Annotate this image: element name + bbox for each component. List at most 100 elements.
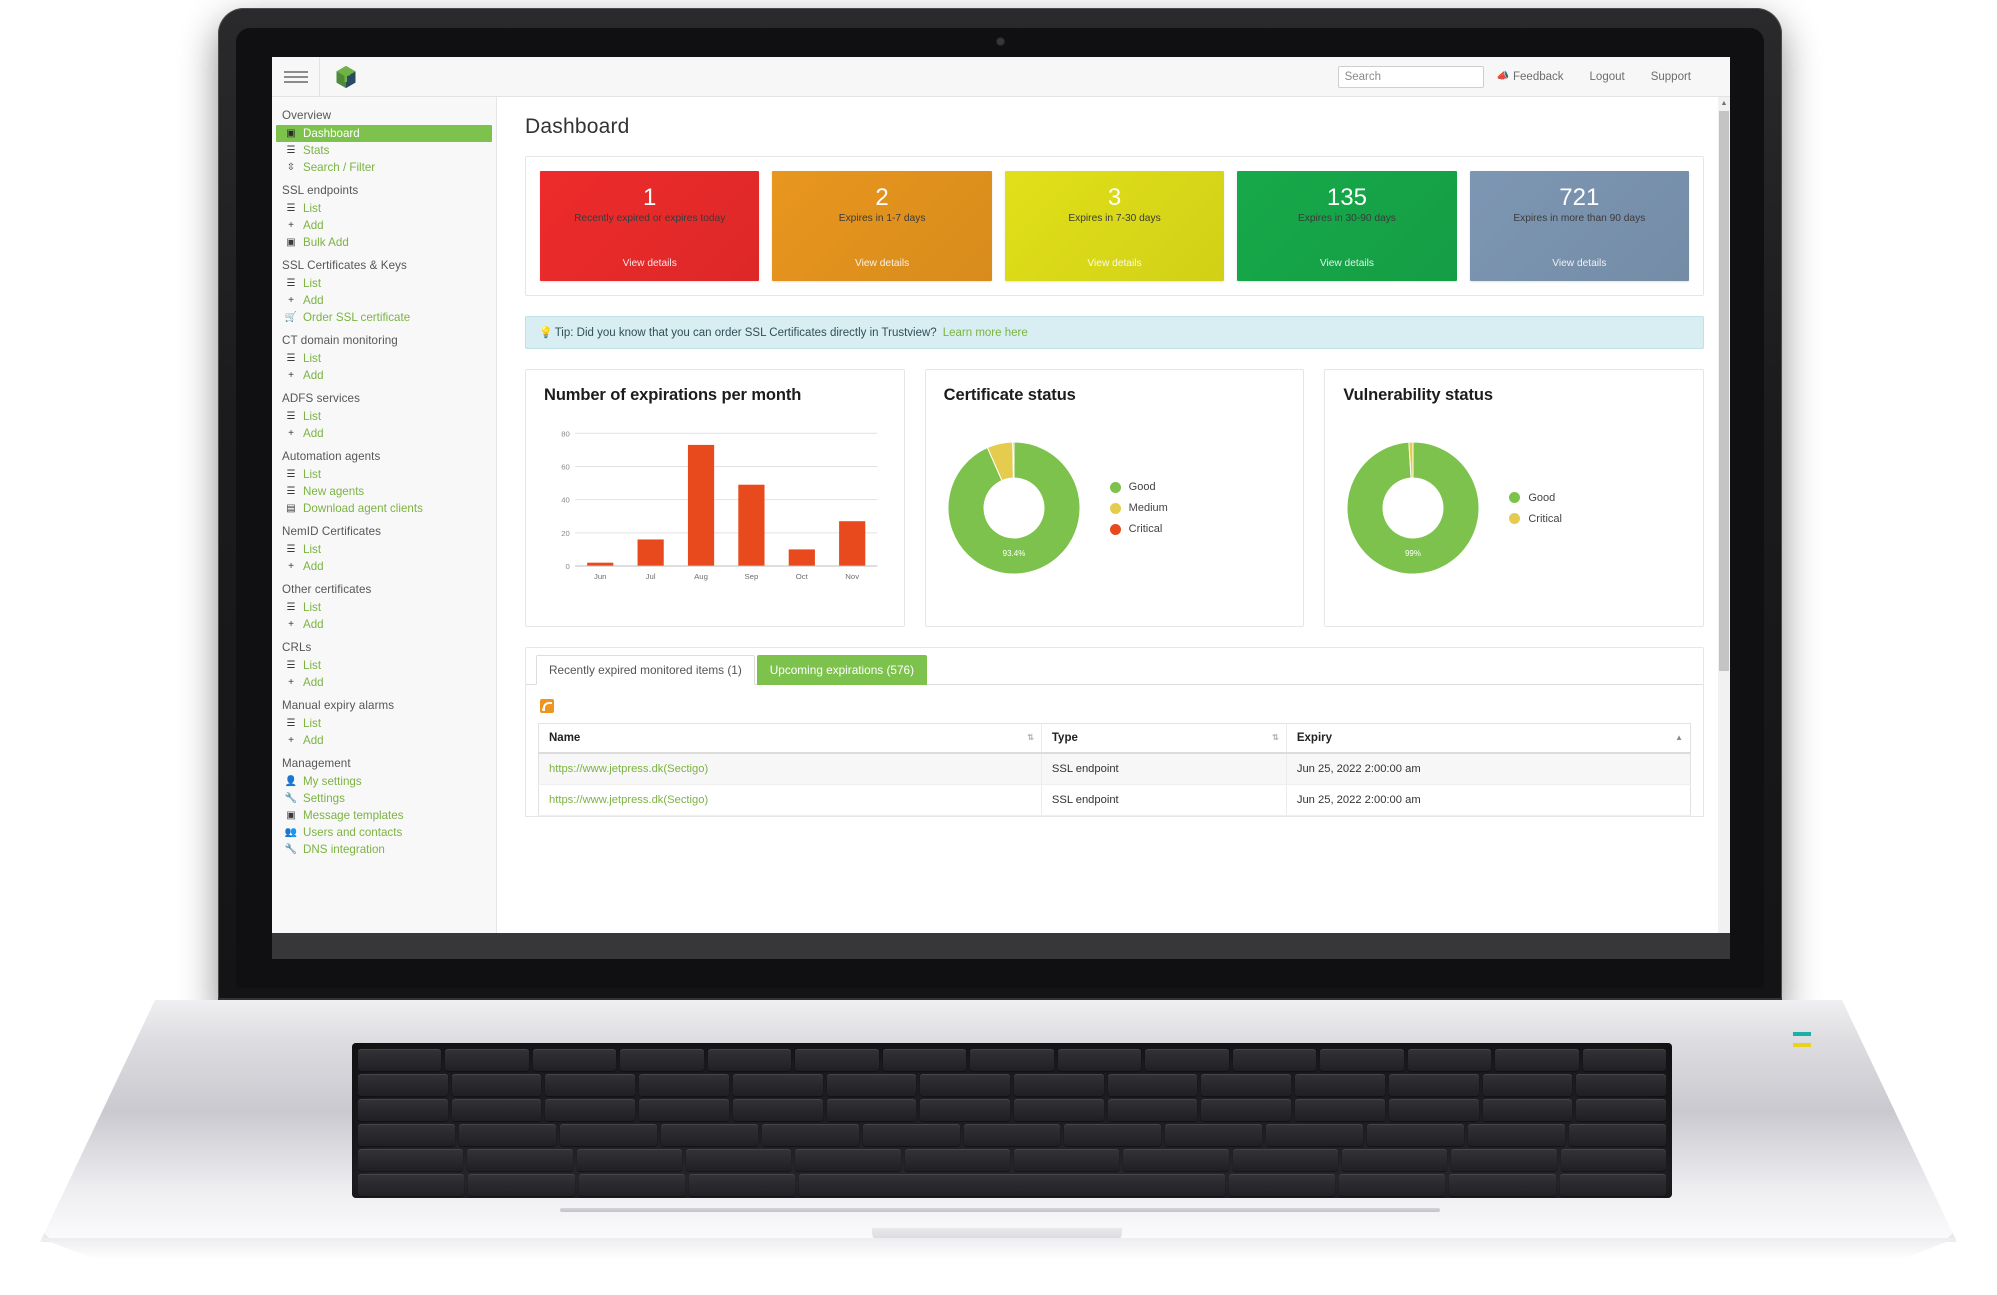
sidebar-item-list[interactable]: ☰List: [272, 200, 496, 217]
keyboard-key: [1449, 1174, 1555, 1196]
sidebar-item-stats[interactable]: ☰Stats: [272, 142, 496, 159]
feedback-link[interactable]: 📣 Feedback: [1484, 71, 1577, 83]
kpi-value: 135: [1327, 184, 1367, 212]
vulnerability-status-legend-item[interactable]: Good: [1509, 492, 1562, 504]
sidebar-item-bulk-add[interactable]: ▣Bulk Add: [272, 234, 496, 251]
sort-indicator-icon[interactable]: ⇅: [1027, 734, 1034, 742]
logout-link[interactable]: Logout: [1577, 71, 1638, 83]
chevron-up-icon[interactable]: ▲: [1718, 97, 1730, 110]
sidebar-item-add[interactable]: +Add: [272, 425, 496, 442]
table-row[interactable]: https://www.jetpress.dk(Sectigo)SSL endp…: [539, 785, 1691, 816]
vulnerability-status-title: Vulnerability status: [1343, 386, 1685, 405]
certificate-status-legend-item[interactable]: Medium: [1110, 502, 1168, 514]
search-input[interactable]: [1338, 66, 1484, 88]
kpi-card-4[interactable]: 135Expires in 30-90 daysView details: [1237, 171, 1456, 281]
svg-text:0: 0: [566, 562, 570, 571]
support-link[interactable]: Support: [1638, 71, 1704, 83]
sidebar-item-label: Add: [303, 617, 324, 633]
sidebar-item-add[interactable]: +Add: [272, 367, 496, 384]
sidebar-item-settings[interactable]: 🔧Settings: [272, 790, 496, 807]
main-scrollbar[interactable]: ▲ ▼: [1718, 97, 1730, 959]
bar-chart-plot: 020406080JunJulAugSepOctNov: [544, 417, 886, 592]
keyboard-key: [459, 1124, 556, 1146]
certificate-status-legend: Good Medium Critical: [1110, 481, 1168, 535]
sidebar-item-list[interactable]: ☰List: [272, 275, 496, 292]
sidebar-item-list[interactable]: ☰List: [272, 466, 496, 483]
table-header-type[interactable]: Type ⇅: [1041, 724, 1286, 754]
vulnerability-status-legend-item[interactable]: Critical: [1509, 513, 1562, 525]
sidebar-item-add[interactable]: +Add: [272, 732, 496, 749]
sort-indicator-icon[interactable]: ⇅: [1272, 734, 1279, 742]
sidebar-item-message-templates[interactable]: ▣Message templates: [272, 807, 496, 824]
sidebar-item-list[interactable]: ☰List: [272, 408, 496, 425]
table-row[interactable]: https://www.jetpress.dk(Sectigo) SSL endp…: [539, 753, 1691, 785]
kpi-view-details-link[interactable]: View details: [623, 258, 677, 269]
kpi-card-1[interactable]: 1Recently expired or expires todayView d…: [540, 171, 759, 281]
keyboard-key: [964, 1124, 1061, 1146]
certificate-status-legend-item[interactable]: Critical: [1110, 523, 1168, 535]
list-icon: ☰: [285, 716, 297, 732]
sort-indicator-icon[interactable]: ▲: [1675, 734, 1683, 742]
keyboard-key: [762, 1124, 859, 1146]
scrollbar-thumb[interactable]: [1719, 111, 1729, 671]
table-header-expiry[interactable]: Expiry▲: [1286, 724, 1690, 754]
sidebar-item-label: Add: [303, 368, 324, 384]
plus-icon: +: [285, 559, 297, 575]
hamburger-icon[interactable]: [272, 57, 320, 97]
sidebar-item-list[interactable]: ☰List: [272, 599, 496, 616]
sidebar-item-add[interactable]: +Add: [272, 674, 496, 691]
table-header-name[interactable]: Name⇅: [539, 724, 1042, 754]
sidebar-item-add[interactable]: +Add: [272, 292, 496, 309]
sidebar-item-dashboard[interactable]: ▣Dashboard: [276, 125, 492, 142]
kpi-view-details-link[interactable]: View details: [855, 258, 909, 269]
sidebar-group-title: CRLs: [272, 633, 496, 657]
certificate-status-legend-item[interactable]: Good: [1110, 481, 1168, 493]
kpi-label: Expires in 7-30 days: [1062, 213, 1166, 224]
sidebar-item-list[interactable]: ☰List: [272, 541, 496, 558]
sidebar-item-label: List: [303, 276, 321, 292]
keyboard-key: [1014, 1074, 1104, 1096]
tip-learn-more-link[interactable]: Learn more here: [943, 327, 1028, 339]
feedback-label: Feedback: [1513, 71, 1564, 83]
table-cell-expiry: Jun 25, 2022 2:00:00 am: [1286, 785, 1690, 816]
sidebar-item-users-and-contacts[interactable]: 👥Users and contacts: [272, 824, 496, 841]
keyboard-key: [545, 1074, 635, 1096]
kpi-view-details-link[interactable]: View details: [1552, 258, 1606, 269]
sidebar-item-add[interactable]: +Add: [272, 616, 496, 633]
keyboard-key: [795, 1049, 878, 1071]
sidebar-group: SSL endpoints☰List+Add▣Bulk Add: [272, 176, 496, 251]
keyboard-key: [1468, 1124, 1565, 1146]
kpi-card-3[interactable]: 3Expires in 7-30 daysView details: [1005, 171, 1224, 281]
sidebar-item-dns-integration[interactable]: 🔧DNS integration: [272, 841, 496, 858]
keyboard-key: [1014, 1149, 1119, 1171]
sidebar-item-list[interactable]: ☰List: [272, 657, 496, 674]
endpoint-link[interactable]: https://www.jetpress.dk(Sectigo): [549, 763, 708, 775]
sidebar-item-add[interactable]: +Add: [272, 558, 496, 575]
table-cell-type: SSL endpoint: [1041, 753, 1286, 785]
sidebar-item-order-ssl-certificate[interactable]: 🛒Order SSL certificate: [272, 309, 496, 326]
tab-upcoming-expirations[interactable]: Upcoming expirations (576): [757, 655, 927, 685]
kpi-view-details-link[interactable]: View details: [1320, 258, 1374, 269]
certificate-status-donut-wrap: 93.4% GoodMediumCritical: [944, 411, 1286, 601]
sidebar-item-label: Bulk Add: [303, 235, 349, 251]
kpi-card-5[interactable]: 721Expires in more than 90 daysView deta…: [1470, 171, 1689, 281]
trustview-logo[interactable]: [320, 57, 372, 97]
endpoint-link[interactable]: https://www.jetpress.dk(Sectigo): [549, 794, 708, 806]
sidebar-item-list[interactable]: ☰List: [272, 715, 496, 732]
sidebar-item-download-agent-clients[interactable]: ▤Download agent clients: [272, 500, 496, 517]
sidebar-item-add[interactable]: +Add: [272, 217, 496, 234]
sidebar-item-list[interactable]: ☰List: [272, 350, 496, 367]
sidebar-item-my-settings[interactable]: 👤My settings: [272, 773, 496, 790]
rss-feed-icon[interactable]: [540, 699, 554, 713]
table-header-label: Type: [1052, 732, 1078, 744]
keyboard-key: [1342, 1149, 1447, 1171]
keyboard-key: [620, 1049, 703, 1071]
kpi-card-2[interactable]: 2Expires in 1-7 daysView details: [772, 171, 991, 281]
webcam: [997, 38, 1004, 45]
sidebar-item-new-agents[interactable]: ☰New agents: [272, 483, 496, 500]
tab-recently-expired-items[interactable]: Recently expired monitored items (1): [536, 655, 755, 685]
wrench-icon: 🔧: [285, 842, 297, 858]
kpi-view-details-link[interactable]: View details: [1087, 258, 1141, 269]
sidebar-item-search-filter[interactable]: ⇳Search / Filter: [272, 159, 496, 176]
topbar-actions: 📣 Feedback Logout Support: [1338, 66, 1730, 88]
